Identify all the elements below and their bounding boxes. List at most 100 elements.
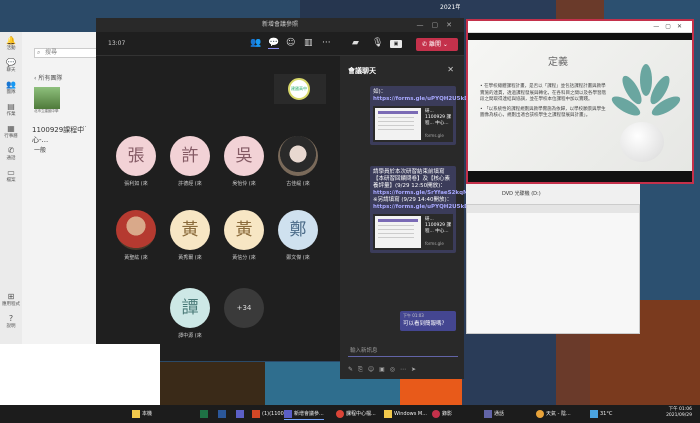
team-logo-caption: 北市立建國中學: [34, 109, 59, 113]
taskbar-item-teams[interactable]: [236, 408, 246, 420]
taskbar-item-meeting[interactable]: 新增會議參...: [284, 408, 324, 420]
app-rail: 🔔 活動 💬 聊天 👥 團隊 ▤ 作業 ▦ 行事曆 ✆ 通話 ▭ 檔案 ⊞ 應用程式 ? 說明: [0, 32, 22, 344]
send-icon[interactable]: ➤: [411, 366, 421, 373]
taskbar-item-temp[interactable]: 31°C: [590, 408, 612, 420]
all-teams-back-link[interactable]: ‹ 所有團隊: [34, 73, 62, 82]
message-text: 如)：: [373, 89, 387, 95]
rail-item-calls[interactable]: ✆ 通話: [0, 142, 22, 164]
taskbar-label: 新增會議參...: [294, 411, 324, 417]
system-clock[interactable]: 下午 01:06 2021/09/29: [666, 407, 692, 419]
rail-spacer: [0, 186, 22, 288]
chat-input[interactable]: 輸入新訊息: [348, 346, 458, 357]
rail-item-assignments[interactable]: ▤ 作業: [0, 98, 22, 120]
channel-general[interactable]: 一般: [34, 145, 46, 154]
search-input[interactable]: ⌕ 搜尋: [34, 48, 98, 58]
rail-item-apps[interactable]: ⊞ 應用程式: [0, 288, 22, 310]
participant-tile[interactable]: 黃 黃秀爾 (來: [162, 210, 218, 270]
presentation-window: —▢✕ 定義 • 在學校總體課程計畫，是否以「課程」並包括課程計畫與教學實施的連…: [466, 19, 694, 184]
participant-tile[interactable]: 古佳緹 (來: [270, 136, 326, 196]
more-participants-count: +34: [224, 288, 264, 328]
taskbar-item-weather[interactable]: 天氣 - 陰...: [536, 408, 571, 420]
message-link[interactable]: https://forms.gle/uPYQH2U5kDkCwqtEA: [373, 96, 496, 103]
taskbar-item-explorer[interactable]: 本機: [132, 408, 152, 420]
participant-name: 鄭文傑 (來: [286, 255, 310, 261]
message-link[interactable]: https://forms.gle/uPYQH2U5kDkCwqtEA: [373, 204, 496, 211]
message-text: 可以看到簡報嗎？: [403, 321, 448, 327]
chat-toggle-icon[interactable]: 💬: [268, 38, 280, 49]
chat-compose-tools[interactable]: ✎⎘☺▣◎⋯➤: [348, 366, 458, 374]
more-actions-icon[interactable]: ···: [322, 38, 331, 48]
participant-tile[interactable]: 吳 吳怡伶 (來: [216, 136, 272, 196]
link-preview-card[interactable]: 研... 1100929 課程... 中心... forms.gle: [373, 106, 453, 142]
taskbar-label: 通話: [494, 411, 505, 417]
avatar: 譚: [170, 288, 210, 328]
avatar: 許: [170, 136, 210, 176]
excel-icon: [200, 409, 208, 418]
gif-icon[interactable]: ▣: [379, 366, 390, 373]
taskbar-item-folder[interactable]: Windows M...: [384, 408, 427, 420]
participant-tile[interactable]: 黃聖紘 (來: [108, 210, 164, 270]
rail-label: 團隊: [6, 89, 16, 95]
taskbar-label: 天氣 - 陰...: [546, 411, 571, 417]
share-screen-icon[interactable]: ▣: [390, 40, 402, 48]
rail-item-calendar[interactable]: ▦ 行事曆: [0, 120, 22, 142]
taskbar-item-word[interactable]: [218, 408, 228, 420]
sticker-icon[interactable]: ◎: [390, 366, 400, 373]
emoji-icon[interactable]: ☺: [368, 366, 379, 373]
apps-icon: ⊞: [7, 291, 15, 301]
rail-item-files[interactable]: ▭ 檔案: [0, 164, 22, 186]
explorer-icon: [132, 409, 140, 418]
avatar: 鄭: [278, 210, 318, 250]
taskbar-item-call[interactable]: 通話: [484, 408, 504, 420]
close-icon[interactable]: ✕: [447, 65, 454, 74]
weather-icon: [536, 409, 544, 418]
participant-name: 吳怡伶 (來: [232, 181, 256, 187]
rail-label: 作業: [6, 111, 16, 117]
more-options-icon[interactable]: ···: [80, 123, 87, 131]
team-name[interactable]: 1100929課程中心-...: [32, 125, 98, 145]
participants-icon[interactable]: 👥: [250, 38, 261, 48]
bell-icon: 🔔: [6, 35, 16, 45]
link-preview-card[interactable]: 研... 1100929 課程... 中心... forms.gle: [373, 214, 453, 250]
leave-button[interactable]: ✆ 離開 ⌄: [416, 38, 458, 51]
participant-tile[interactable]: 張 張利如 (來: [108, 136, 164, 196]
explorer-drive-row[interactable]: DVD 光碟機 (D:): [466, 184, 640, 204]
participant-tile[interactable]: 許 許德經 (來: [162, 136, 218, 196]
participant-name: 許德經 (來: [178, 181, 202, 187]
reactions-icon[interactable]: ☺: [286, 38, 295, 48]
taskbar-item-record[interactable]: 錄影: [432, 408, 452, 420]
participant-tile[interactable]: 鄭 鄭文傑 (來: [270, 210, 326, 270]
avatar-photo: [278, 136, 318, 176]
meeting-timer: 13:07: [108, 40, 126, 47]
slide-title: 定義: [548, 57, 568, 68]
participant-tile[interactable]: 譚 譚中源 (來: [162, 288, 218, 348]
attach-icon[interactable]: ⎘: [358, 366, 368, 373]
team-logo: [34, 87, 60, 109]
message-text: ※另請填寫 (9/29 14:40開放)：: [373, 197, 453, 203]
rail-item-help[interactable]: ? 說明: [0, 310, 22, 332]
more-participants-button[interactable]: +34: [216, 288, 272, 348]
format-icon[interactable]: ✎: [348, 366, 358, 373]
window-controls[interactable]: —▢✕: [468, 21, 692, 33]
window-controls[interactable]: —▢✕: [417, 18, 460, 32]
leave-label: 離開: [428, 41, 441, 48]
rooms-icon[interactable]: ▥: [304, 38, 313, 48]
taskbar-item-excel[interactable]: [200, 408, 210, 420]
avatar: 張: [116, 136, 156, 176]
bullet-text: 「以系統性的課程規劃與教學實施為依歸，以學校願景與學生圖像為核心，規劃出適合該校…: [480, 106, 606, 119]
taskbar-item-chrome[interactable]: 課程中心檔...: [336, 408, 376, 420]
teams-icon: [284, 409, 292, 418]
rail-item-teams[interactable]: 👥 團隊: [0, 76, 22, 98]
preview-domain: forms.gle: [425, 133, 444, 138]
preview-domain: forms.gle: [425, 241, 444, 246]
rail-item-chat[interactable]: 💬 聊天: [0, 54, 22, 76]
plant-pot: [620, 122, 664, 162]
participant-tile[interactable]: 黃 黃信分 (來: [216, 210, 272, 270]
message-link[interactable]: https://forms.gle/SrYfaeS2kqMpRUdW6: [373, 190, 495, 197]
rail-item-activity[interactable]: 🔔 活動: [0, 32, 22, 54]
camera-icon[interactable]: ▰: [352, 38, 359, 48]
taskbar-label: 課程中心檔...: [346, 411, 376, 417]
participant-name: 黃信分 (來: [232, 255, 256, 261]
more-icon[interactable]: ⋯: [400, 366, 411, 373]
microphone-icon[interactable]: 🎙: [372, 38, 383, 48]
